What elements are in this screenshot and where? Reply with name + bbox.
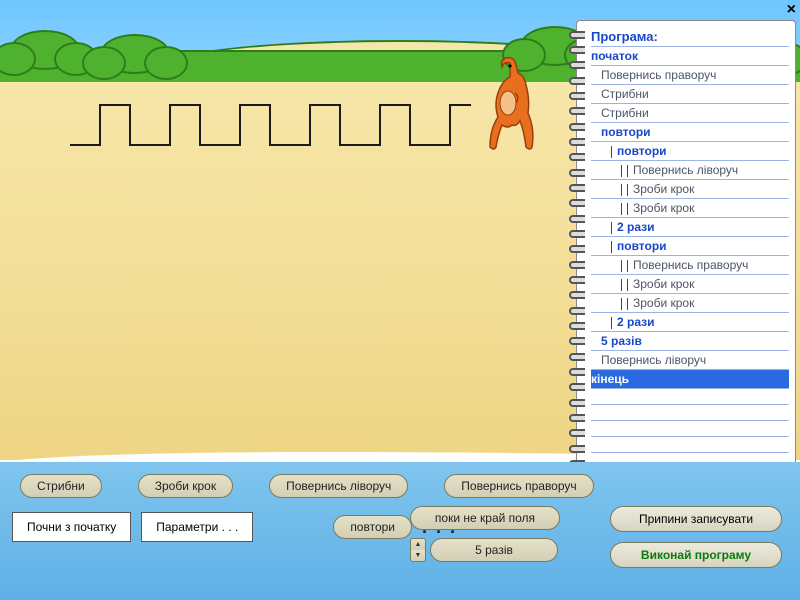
turn-right-button[interactable]: Повернись праворуч <box>444 474 593 498</box>
program-line[interactable]: Зроби крок <box>591 199 789 218</box>
program-listing[interactable]: Програма: початокПовернись праворучСтриб… <box>591 27 789 465</box>
stop-recording-button[interactable]: Припини записувати <box>610 506 782 532</box>
while-not-edge-button[interactable]: поки не край поля <box>410 506 560 530</box>
params-button[interactable]: Параметри . . . <box>141 512 253 542</box>
step-button[interactable]: Зроби крок <box>138 474 233 498</box>
bush-icon <box>10 30 80 70</box>
turn-left-button[interactable]: Повернись ліворуч <box>269 474 408 498</box>
program-line[interactable]: 2 рази <box>591 218 789 237</box>
repeat-button[interactable]: повтори <box>333 515 412 539</box>
jump-button[interactable]: Стрибни <box>20 474 102 498</box>
kangaroo-icon <box>480 55 540 155</box>
program-line[interactable]: кінець <box>591 370 789 389</box>
program-line[interactable]: Стрибни <box>591 104 789 123</box>
program-line[interactable]: повтори <box>591 237 789 256</box>
program-line[interactable]: Повернись праворуч <box>591 256 789 275</box>
stepper-up-icon[interactable]: ▲ <box>411 539 425 550</box>
program-line[interactable]: Повернись ліворуч <box>591 161 789 180</box>
count-stepper[interactable]: ▲ ▼ <box>410 538 426 562</box>
bush-icon <box>100 34 170 74</box>
program-line[interactable]: Стрибни <box>591 85 789 104</box>
program-panel: Програма: початокПовернись праворучСтриб… <box>576 20 796 496</box>
program-line[interactable]: повтори <box>591 123 789 142</box>
program-title: Програма: <box>591 27 789 47</box>
program-line[interactable]: Зроби крок <box>591 275 789 294</box>
program-line[interactable]: повтори <box>591 142 789 161</box>
program-line[interactable]: 2 рази <box>591 313 789 332</box>
program-line[interactable]: Повернись праворуч <box>591 66 789 85</box>
close-icon[interactable]: × <box>787 1 796 19</box>
control-bar: Стрибни Зроби крок Повернись ліворуч Пов… <box>0 462 800 600</box>
start-over-button[interactable]: Почни з початку <box>12 512 131 542</box>
program-line[interactable]: Зроби крок <box>591 294 789 313</box>
program-line[interactable]: Повернись ліворуч <box>591 351 789 370</box>
run-program-button[interactable]: Виконай програму <box>610 542 782 568</box>
stepper-down-icon[interactable]: ▼ <box>411 550 425 561</box>
program-line[interactable]: 5 разів <box>591 332 789 351</box>
trace-path <box>70 85 490 155</box>
program-line[interactable]: початок <box>591 47 789 66</box>
spiral-binding-icon <box>569 27 585 487</box>
times-button[interactable]: 5 разів <box>430 538 558 562</box>
program-line[interactable]: Зроби крок <box>591 180 789 199</box>
